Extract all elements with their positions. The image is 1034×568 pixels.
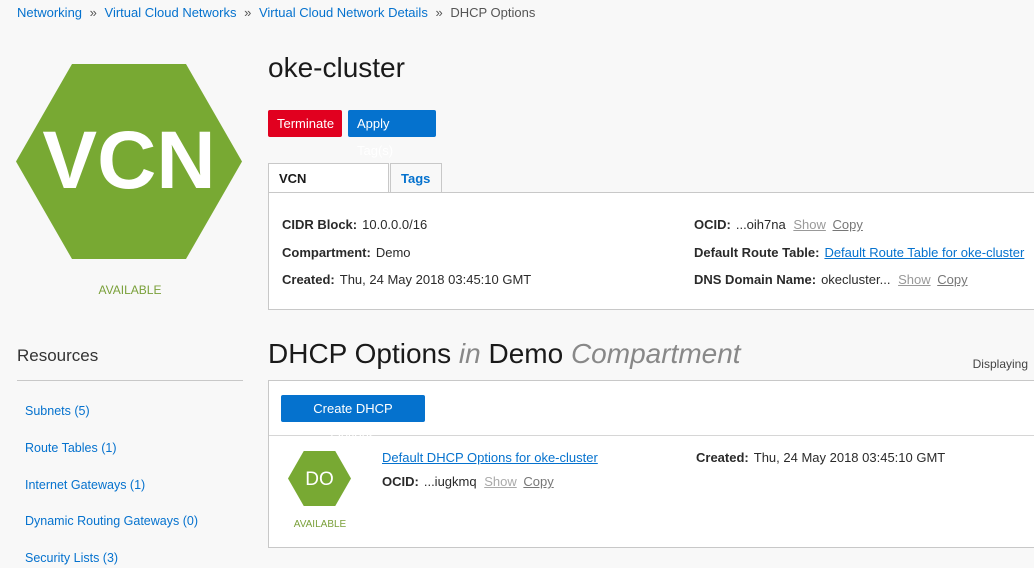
dns-label: DNS Domain Name: — [694, 272, 817, 287]
breadcrumb-separator: » — [435, 5, 443, 20]
ocid-show-link[interactable]: Show — [793, 217, 826, 232]
page-title: oke-cluster — [268, 52, 405, 83]
cidr-row: CIDR Block: 10.0.0.0/16 — [282, 217, 427, 232]
apply-tags-button[interactable]: Apply Tag(s) — [348, 110, 436, 158]
breadcrumb-networking[interactable]: Networking — [17, 5, 82, 20]
section-title-in: in — [458, 338, 481, 369]
ocid-label: OCID: — [694, 217, 731, 232]
route-table-link[interactable]: Default Route Table for oke-cluster — [824, 245, 1024, 260]
dhcp-ocid-label: OCID: — [382, 474, 419, 489]
dns-row: DNS Domain Name: okecluster... Show Copy — [694, 272, 968, 287]
cidr-value: 10.0.0.0/16 — [362, 217, 428, 232]
sidebar-item-route-tables[interactable]: Route Tables (1) — [25, 441, 117, 455]
dns-value: okecluster... — [821, 272, 891, 287]
dhcp-name-row: Default DHCP Options for oke-cluster — [382, 450, 598, 465]
dhcp-ocid-row: OCID: ...iugkmq Show Copy — [382, 474, 554, 489]
vcn-status: AVAILABLE — [98, 283, 162, 297]
breadcrumb-vcn-details[interactable]: Virtual Cloud Network Details — [259, 5, 428, 20]
sidebar-item-subnets[interactable]: Subnets (5) — [25, 404, 90, 418]
create-dhcp-options-button[interactable]: Create DHCP Options — [281, 395, 425, 443]
route-table-label: Default Route Table: — [694, 245, 820, 260]
breadcrumb: Networking » Virtual Cloud Networks » Vi… — [17, 5, 535, 20]
section-title: DHCP Options in Demo Compartment — [268, 338, 741, 370]
displaying-label: Displaying — [972, 357, 1028, 371]
vcn-info-panel: CIDR Block: 10.0.0.0/16 Compartment: Demo … — [268, 192, 1034, 310]
cidr-label: CIDR Block: — [282, 217, 358, 232]
dhcp-status: AVAILABLE — [293, 519, 347, 530]
dhcp-options-badge-icon: DO — [288, 451, 351, 506]
breadcrumb-separator: » — [244, 5, 252, 20]
dhcp-ocid-value: ...iugkmq — [423, 474, 477, 489]
dhcp-ocid-copy-link[interactable]: Copy — [523, 474, 553, 489]
sidebar-item-security-lists[interactable]: Security Lists (3) — [25, 551, 118, 565]
section-title-main: DHCP Options — [268, 338, 452, 369]
route-table-row: Default Route Table: Default Route Table … — [694, 245, 1024, 260]
dhcp-badge-text: DO — [305, 469, 334, 490]
compartment-row: Compartment: Demo — [282, 245, 411, 260]
tab-vcn-information[interactable]: VCN Information — [268, 163, 389, 216]
vcn-badge-icon: VCN — [16, 64, 242, 259]
created-value: Thu, 24 May 2018 03:45:10 GMT — [339, 272, 532, 287]
breadcrumb-current: DHCP Options — [450, 5, 536, 20]
sidebar-item-internet-gateways[interactable]: Internet Gateways (1) — [25, 478, 145, 492]
resources-divider — [17, 380, 243, 381]
breadcrumb-virtual-cloud-networks[interactable]: Virtual Cloud Networks — [105, 5, 237, 20]
breadcrumb-separator: » — [89, 5, 97, 20]
tab-tags[interactable]: Tags — [390, 163, 442, 193]
dhcp-created-row: Created: Thu, 24 May 2018 03:45:10 GMT — [696, 450, 945, 465]
compartment-value: Demo — [375, 245, 411, 260]
ocid-row: OCID: ...oih7na Show Copy — [694, 217, 863, 232]
vcn-badge-text: VCN — [42, 115, 215, 206]
dhcp-created-value: Thu, 24 May 2018 03:45:10 GMT — [753, 450, 946, 465]
dhcp-ocid-show-link[interactable]: Show — [484, 474, 517, 489]
dhcp-options-name-link[interactable]: Default DHCP Options for oke-cluster — [382, 450, 598, 465]
created-row: Created: Thu, 24 May 2018 03:45:10 GMT — [282, 272, 531, 287]
created-label: Created: — [282, 272, 335, 287]
ocid-copy-link[interactable]: Copy — [833, 217, 863, 232]
terminate-button[interactable]: Terminate — [268, 110, 342, 137]
dns-show-link[interactable]: Show — [898, 272, 931, 287]
compartment-label: Compartment: — [282, 245, 371, 260]
dhcp-created-label: Created: — [696, 450, 749, 465]
section-title-compartment-name: Demo — [488, 338, 564, 369]
list-header: Create DHCP Options — [269, 381, 1034, 443]
dhcp-list-panel: Create DHCP Options DO AVAILABLE Default… — [268, 380, 1034, 548]
sidebar-item-dynamic-routing-gateways[interactable]: Dynamic Routing Gateways (0) — [25, 514, 198, 528]
ocid-value: ...oih7na — [735, 217, 786, 232]
section-title-compartment-word: Compartment — [570, 338, 741, 369]
resources-title: Resources — [17, 346, 99, 365]
dns-copy-link[interactable]: Copy — [937, 272, 967, 287]
